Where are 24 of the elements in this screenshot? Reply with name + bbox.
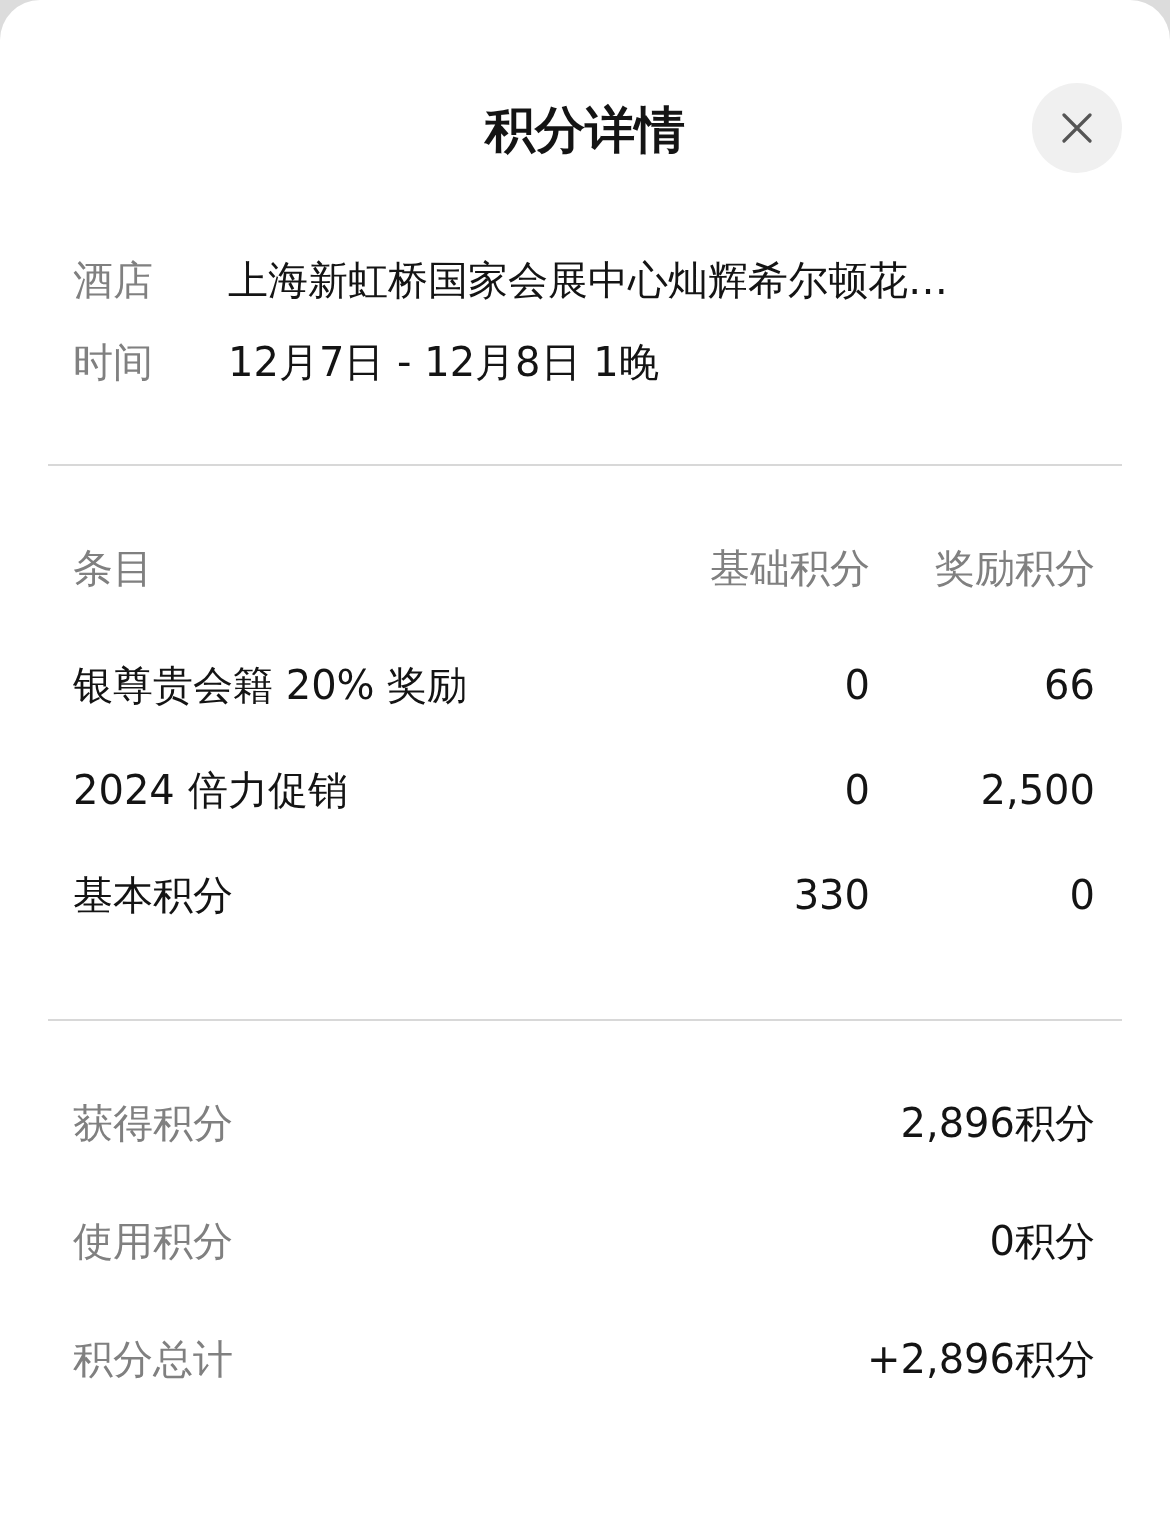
column-header: 奖励积分 [935, 544, 1095, 593]
sheet-title: 积分详情 [485, 100, 685, 160]
table-cell-text: 330 [793, 871, 870, 920]
table-cell-text: 基本积分 [73, 871, 234, 920]
summary-value: 0积分 [989, 1216, 1095, 1266]
table-cell-text: 0 [844, 766, 870, 815]
summary-value: +2,896积分 [866, 1334, 1095, 1384]
field-value: 12月7日 - 12月8日 1晚 [228, 337, 659, 387]
close-icon [1062, 113, 1092, 143]
field-label: 酒店 [73, 255, 154, 305]
table-cell-text: 2,500 [980, 766, 1095, 815]
summary-value: 2,896积分 [900, 1098, 1095, 1148]
table-cell-text: 0 [844, 661, 870, 710]
summary-label: 积分总计 [73, 1334, 233, 1384]
table-cell-text: 0 [1069, 871, 1095, 920]
summary-label: 使用积分 [73, 1216, 233, 1266]
field-label: 时间 [73, 337, 154, 387]
column-header: 条目 [73, 544, 154, 593]
table-cell-text: 2024 倍力促销 [73, 766, 349, 815]
table-cell-text: 66 [1044, 661, 1095, 710]
table-cell-text: 银尊贵会籍 20% 奖励 [73, 661, 469, 710]
summary-label: 获得积分 [73, 1098, 233, 1148]
field-value: 上海新虹桥国家会展中心灿辉希尔顿花… [228, 255, 948, 305]
column-header: 基础积分 [710, 544, 870, 593]
